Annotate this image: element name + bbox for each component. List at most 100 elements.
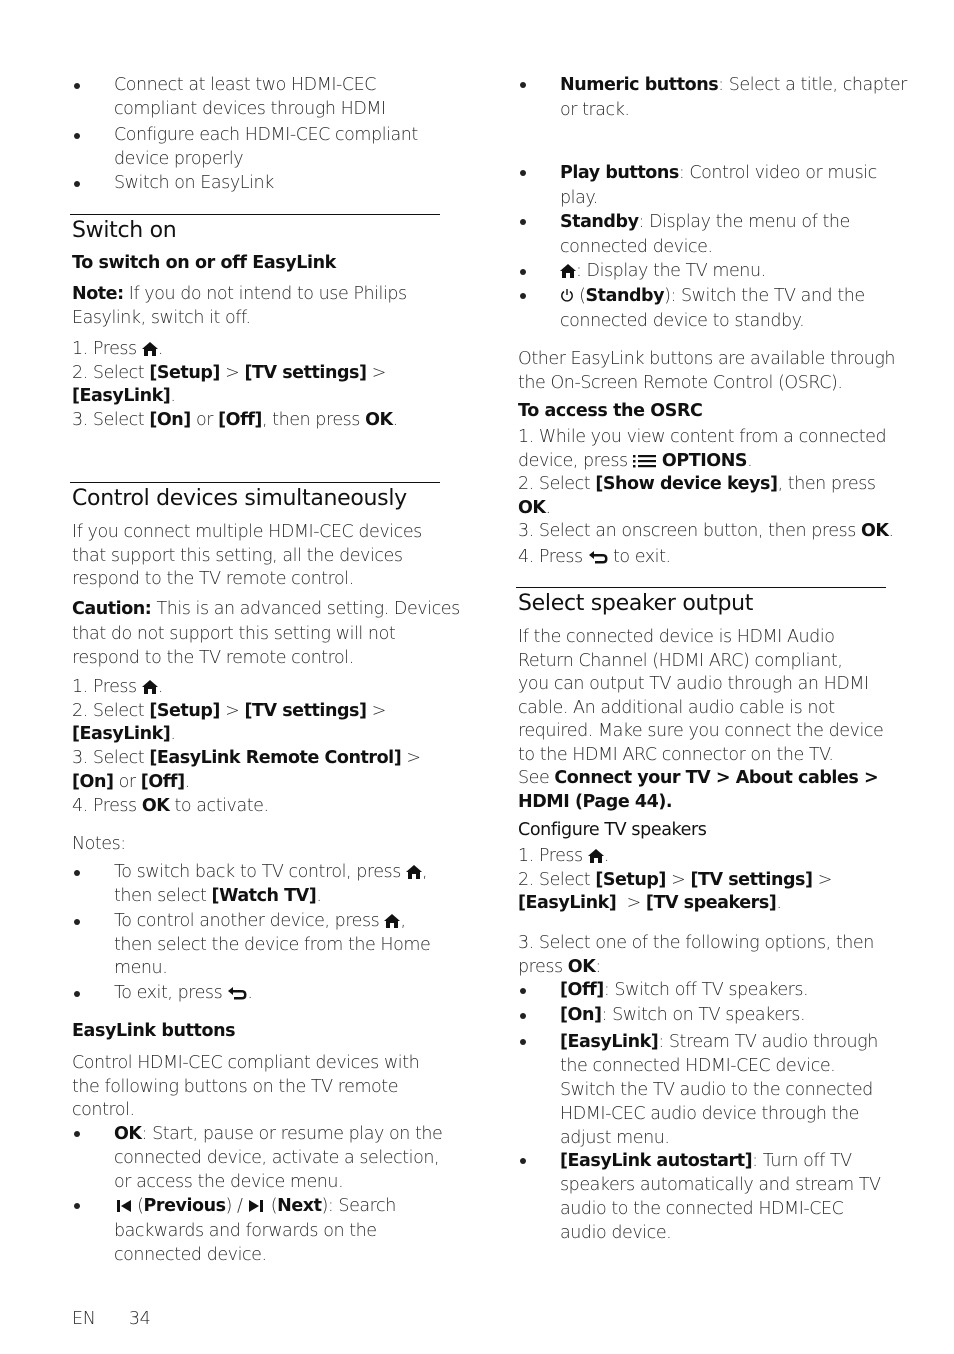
step-text: . [888, 521, 895, 541]
bullet-line: Connect at least two HDMI-CEC [114, 75, 377, 95]
step-text: or [190, 409, 219, 430]
section-divider [70, 482, 440, 483]
bullet-text: audio device. [560, 1223, 672, 1243]
menu-easylink-remote-control: [EasyLink Remote Control] [149, 748, 402, 769]
ok-key: OK [365, 409, 393, 430]
note-paragraph: Note: If you do not intend to use Philip… [72, 283, 440, 330]
previous-icon [117, 1200, 131, 1212]
step-text: to exit. [607, 546, 671, 567]
step-3: 3. Select [EasyLink Remote Control] > [72, 747, 440, 771]
bullet-text: or track. [560, 99, 630, 120]
para-line: that support this setting, all the devic… [72, 545, 403, 566]
para-line: See [518, 768, 555, 788]
step-text: 2. Select [518, 474, 596, 494]
separator: > [219, 700, 245, 721]
menu-watch-tv: [Watch TV] [211, 885, 317, 906]
note-text: If you do not intend to use Philips [123, 284, 407, 304]
control-paragraph: If you connect multiple HDMI-CEC devices… [72, 521, 440, 592]
menu-tv-settings: [TV settings] [244, 700, 367, 721]
option-on: [On] [560, 1005, 602, 1025]
menu-show-device-keys: [Show device keys] [595, 474, 778, 494]
bullet-text: connected device. [114, 1245, 267, 1265]
step-text: 2. Select [72, 700, 150, 721]
step-4: 4. Press OK to activate. [72, 795, 440, 819]
section-title-speaker-output: Select speaker output [518, 591, 754, 616]
step-text: . [603, 846, 610, 866]
bullet-line: compliant devices through HDMI [114, 98, 386, 119]
steps-speakers: 1. Press . 2. Select [Setup] > [TV setti… [518, 845, 886, 916]
bullet-text: HDMI-CEC audio device through the [560, 1104, 859, 1124]
para-line: If the connected device is HDMI Audio [518, 627, 835, 647]
menu-tv-settings: [TV settings] [690, 869, 813, 890]
separator: > [366, 700, 387, 721]
next-icon [248, 1200, 263, 1212]
step-2: 2. Select [Setup] > [TV settings] > [518, 869, 886, 893]
step-text: 2. Select [518, 869, 596, 890]
step-text: device, press [518, 450, 633, 471]
note-text: . [316, 885, 322, 906]
bullet-text: : Display the TV menu. [576, 261, 766, 281]
bullet-line: Switch on EasyLink [114, 173, 274, 193]
easylink-paragraph: Control HDMI-CEC compliant devices with … [72, 1052, 440, 1123]
bullet-text: : Switch on TV speakers. [601, 1005, 806, 1025]
step-text: 3. Select [72, 748, 150, 769]
step-2: 2. Select [Show device keys], then press [518, 473, 886, 497]
para-line: to the HDMI ARC connector on the TV. [518, 744, 834, 765]
cross-reference-link[interactable]: HDMI (Page 44). [518, 792, 673, 812]
ok-key: OK [114, 1124, 142, 1144]
para-line: the On-Screen Remote Control (OSRC). [518, 372, 843, 393]
step-2-cont: [EasyLink] > [TV speakers]. [518, 892, 886, 916]
standby-key: Standby [585, 286, 665, 306]
step-3-cont: [On] or [Off]. [72, 771, 440, 795]
note-text: Easylink, switch it off. [72, 307, 251, 328]
steps-osrc: 1. While you view content from a connect… [518, 426, 894, 570]
bullet-text: speakers automatically and stream TV [560, 1175, 881, 1195]
bullet-line: Configure each HDMI-CEC compliant [114, 125, 418, 145]
option-easylink: [EasyLink] [560, 1032, 659, 1052]
step-text: 1. Press [72, 677, 142, 697]
bullet-text: or access the device menu. [114, 1172, 344, 1192]
option-off: [Off] [218, 409, 262, 430]
options-icon [632, 454, 656, 467]
numeric-buttons-label: Numeric buttons [560, 75, 719, 95]
step-1: 1. While you view content from a connect… [518, 427, 887, 447]
caution-paragraph: Caution: This is an advanced setting. De… [72, 597, 460, 671]
step-2-cont: [EasyLink]. [72, 723, 440, 747]
home-icon [406, 865, 422, 879]
bullet-text: backwards and forwards on the [114, 1220, 377, 1241]
home-icon [384, 914, 401, 928]
standby-label: Standby [560, 212, 639, 232]
home-icon [141, 680, 158, 694]
cross-reference-link[interactable]: Connect your TV > About cables > [554, 768, 878, 788]
option-easylink-autostart: [EasyLink autostart] [560, 1151, 753, 1171]
step-3: 3. Select one of the following options, … [518, 932, 886, 979]
next-key: Next [277, 1196, 322, 1216]
page-number: 34 [128, 1309, 151, 1329]
menu-easylink: [EasyLink] [72, 724, 171, 745]
separator: > [665, 869, 691, 890]
step-text: . [776, 893, 782, 913]
bullet-line: device properly [114, 148, 244, 169]
step-text: . [157, 677, 164, 697]
option-off: [Off] [560, 980, 604, 1000]
section-divider [516, 587, 886, 588]
menu-setup: [Setup] [149, 362, 220, 383]
para-line: the following buttons on the TV remote [72, 1076, 399, 1097]
menu-tv-settings: [TV settings] [244, 362, 367, 383]
back-icon [588, 550, 608, 563]
bullet-text: : Display the menu of the [638, 212, 851, 232]
step-3: 3. Select [On] or [Off], then press OK. [72, 409, 440, 433]
step-text: press [518, 956, 568, 977]
step-text: 4. Press [518, 546, 588, 567]
separator: > [219, 362, 245, 383]
step-4: 4. Press to exit. [518, 546, 886, 570]
step-text: 3. Select an onscreen button, then press [518, 521, 861, 541]
bullet-text: connected device, activate a selection, [114, 1148, 440, 1168]
step-1: 1. Press . [72, 676, 440, 700]
para-line: control. [72, 1100, 135, 1120]
power-icon [561, 289, 573, 302]
previous-key: Previous [143, 1196, 226, 1216]
bullet-text: Switch the TV audio to the connected [560, 1080, 873, 1100]
note-text: then select [114, 885, 212, 906]
para-line: Return Channel (HDMI ARC) compliant, [518, 650, 843, 671]
